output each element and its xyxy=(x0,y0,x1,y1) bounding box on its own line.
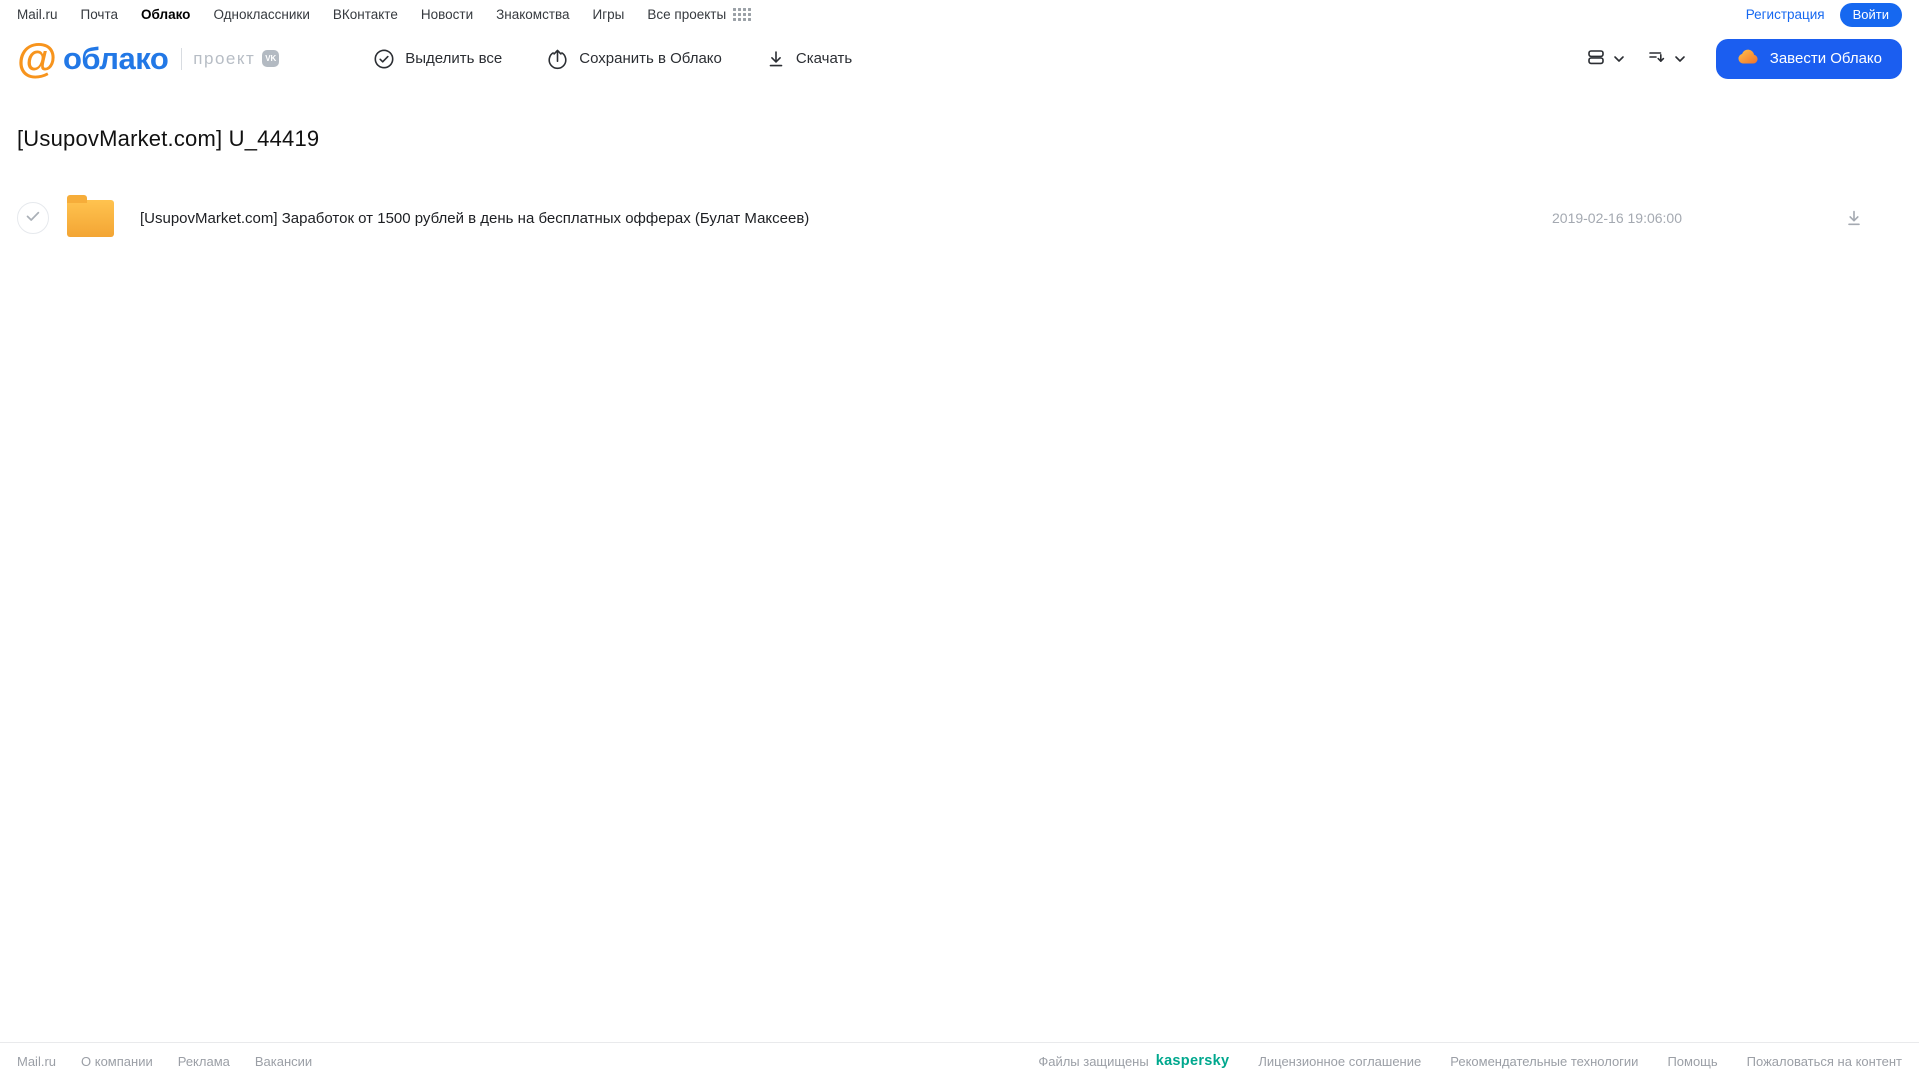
folder-icon xyxy=(67,194,114,237)
logo-text: облако xyxy=(62,40,169,76)
view-list-icon xyxy=(1586,47,1606,70)
footer-link-license[interactable]: Лицензионное соглашение xyxy=(1258,1054,1421,1069)
share-toolbar: Выделить все Сохранить в Облако Скачать xyxy=(373,48,852,70)
topnav-link-vkontakte[interactable]: ВКонтакте xyxy=(333,7,398,22)
topnav-auth: Регистрация Войти xyxy=(1746,2,1902,27)
footer-link-ads[interactable]: Реклама xyxy=(178,1054,230,1069)
chevron-down-icon xyxy=(1674,51,1686,66)
footer-link-mailru[interactable]: Mail.ru xyxy=(17,1054,56,1069)
row-checkbox[interactable] xyxy=(17,202,49,234)
registration-link[interactable]: Регистрация xyxy=(1746,7,1825,22)
footer-link-recommendations[interactable]: Рекомендательные технологии xyxy=(1450,1054,1638,1069)
all-projects-label: Все проекты xyxy=(647,7,727,22)
topnav-link-mailru[interactable]: Mail.ru xyxy=(17,7,58,22)
select-all-button[interactable]: Выделить все xyxy=(373,48,502,70)
footer-link-report[interactable]: Пожаловаться на контент xyxy=(1747,1054,1902,1069)
chevron-down-icon xyxy=(1613,51,1625,66)
download-button[interactable]: Скачать xyxy=(766,49,852,69)
download-icon xyxy=(766,49,786,69)
cloud-header: @ облако проект VK Выделить все Сохранит… xyxy=(0,29,1919,88)
portal-links: Mail.ru Почта Облако Одноклассники ВКонт… xyxy=(17,7,752,22)
share-content: [UsupovMarket.com] U_44419 [UsupovMarket… xyxy=(0,126,1919,242)
file-row[interactable]: [UsupovMarket.com] Заработок от 1500 руб… xyxy=(17,194,1902,242)
logo-divider xyxy=(181,47,183,70)
apps-grid-icon xyxy=(733,8,752,21)
topnav-link-games[interactable]: Игры xyxy=(593,7,625,22)
project-label: проект xyxy=(193,48,256,68)
topnav-link-mail[interactable]: Почта xyxy=(81,7,119,22)
get-cloud-button[interactable]: Завести Облако xyxy=(1715,38,1902,79)
topnav-link-odnoklassniki[interactable]: Одноклассники xyxy=(213,7,309,22)
file-name[interactable]: [UsupovMarket.com] Заработок от 1500 руб… xyxy=(140,210,809,227)
cloud-logo[interactable]: @ облако проект VK xyxy=(17,34,280,81)
check-circle-icon xyxy=(373,48,395,70)
page-footer: Mail.ru О компании Реклама Вакансии Файл… xyxy=(0,1042,1919,1079)
save-to-cloud-label: Сохранить в Облако xyxy=(579,50,722,67)
save-to-cloud-button[interactable]: Сохранить в Облако xyxy=(546,48,722,70)
topnav-link-all-projects[interactable]: Все проекты xyxy=(647,7,752,22)
checkmark-icon xyxy=(26,209,40,227)
topnav-link-news[interactable]: Новости xyxy=(421,7,473,22)
row-download-icon[interactable] xyxy=(1844,208,1864,228)
footer-link-jobs[interactable]: Вакансии xyxy=(255,1054,312,1069)
header-controls: Завести Облако xyxy=(1582,38,1902,79)
footer-link-about[interactable]: О компании xyxy=(81,1054,153,1069)
footer-company-links: Mail.ru О компании Реклама Вакансии xyxy=(17,1054,312,1069)
orange-cloud-icon xyxy=(1736,48,1760,70)
login-button[interactable]: Войти xyxy=(1839,2,1902,27)
protected-by-label: Файлы защищены xyxy=(1038,1053,1149,1069)
kaspersky-logo[interactable]: kaspersky xyxy=(1156,1053,1230,1069)
topnav-link-dating[interactable]: Знакомства xyxy=(496,7,569,22)
cloud-upload-icon xyxy=(546,48,569,70)
footer-legal-links: Файлы защищены kaspersky Лицензионное со… xyxy=(1038,1053,1902,1069)
get-cloud-label: Завести Облако xyxy=(1769,50,1882,67)
portal-topbar: Mail.ru Почта Облако Одноклассники ВКонт… xyxy=(0,0,1919,29)
footer-link-help[interactable]: Помощь xyxy=(1667,1054,1717,1069)
file-date: 2019-02-16 19:06:00 xyxy=(1552,210,1682,226)
kaspersky-protection: Файлы защищены kaspersky xyxy=(1038,1053,1229,1069)
topnav-link-cloud[interactable]: Облако xyxy=(141,7,190,22)
page-title: [UsupovMarket.com] U_44419 xyxy=(17,126,320,151)
mailru-at-icon: @ xyxy=(17,34,57,81)
view-mode-button[interactable] xyxy=(1582,41,1629,76)
download-label: Скачать xyxy=(795,50,853,67)
sort-button[interactable] xyxy=(1643,41,1690,76)
sort-icon xyxy=(1647,47,1667,70)
select-all-label: Выделить все xyxy=(405,50,503,67)
vk-badge-icon: VK xyxy=(262,50,280,67)
